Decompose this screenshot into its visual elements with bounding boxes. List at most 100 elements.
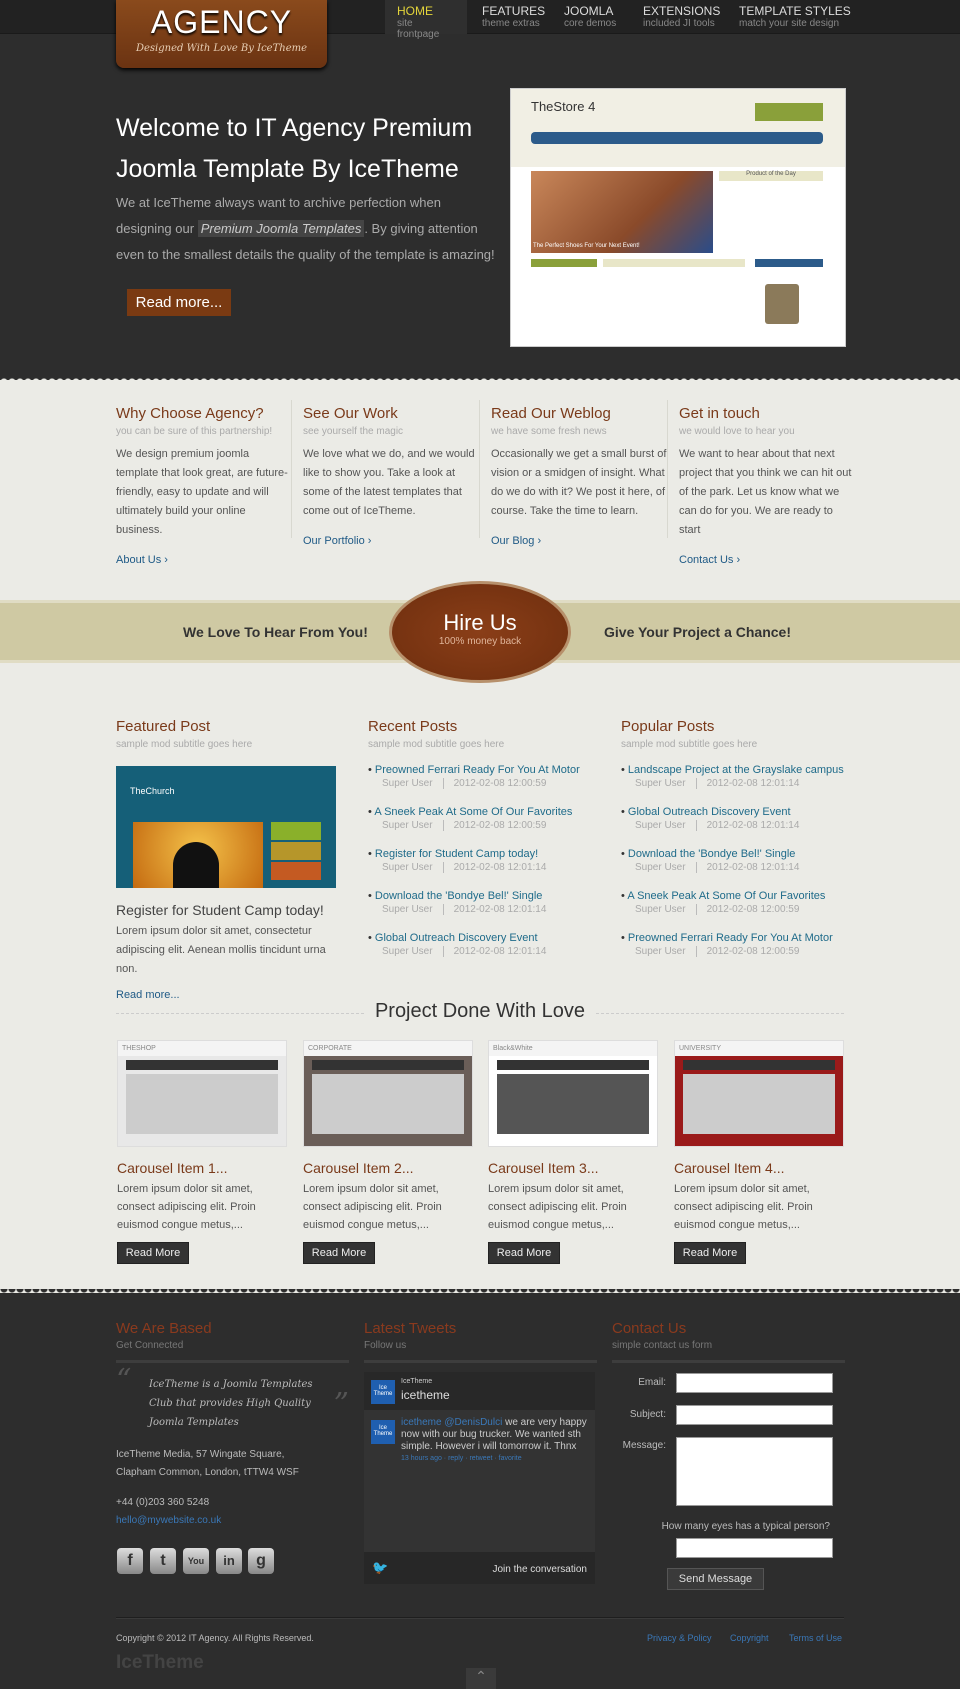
tweet-name-small: IceTheme — [401, 1378, 433, 1385]
copyright-link[interactable]: Copyright — [730, 1633, 769, 1643]
post-item: Register for Student Camp today! Super Us… — [368, 848, 598, 873]
logo[interactable]: AGENCY Designed With Love By IceTheme — [116, 0, 327, 68]
post-meta: Super User 2012-02-08 12:01:14 — [368, 862, 598, 873]
post-date: 2012-02-08 12:00:59 — [442, 820, 547, 831]
project-read-more-button[interactable]: Read More — [488, 1242, 560, 1264]
post-link[interactable]: A Sneek Peak At Some Of Our Favorites — [621, 890, 861, 902]
zigzag-divider — [0, 374, 960, 382]
post-date: 2012-02-08 12:00:59 — [695, 904, 800, 915]
post-date: 2012-02-08 12:01:14 — [442, 904, 547, 915]
feature-text: We love what we do, and we would like to… — [303, 448, 475, 517]
tweet-name[interactable]: icetheme — [401, 1388, 450, 1402]
blog-link[interactable]: Our Blog › — [491, 535, 669, 547]
post-item: Download the 'Bondye Bel!' Single Super U… — [368, 890, 598, 915]
feature-text: We design premium joomla template that l… — [116, 448, 288, 536]
nav-home[interactable]: HOME site frontpage — [385, 0, 467, 40]
subject-label: Subject: — [629, 1409, 666, 1420]
google-icon[interactable]: g — [248, 1548, 274, 1574]
address-line: Clapham Common, London, tTTW4 WSF — [116, 1467, 299, 1478]
read-more-button[interactable]: Read more... — [127, 289, 231, 316]
post-link[interactable]: Global Outreach Discovery Event — [368, 932, 598, 944]
feature-subtitle: we would love to hear you — [679, 426, 795, 437]
project-read-more-button[interactable]: Read More — [303, 1242, 375, 1264]
privacy-link[interactable]: Privacy & Policy — [647, 1633, 712, 1643]
email-link[interactable]: hello@mywebsite.co.uk — [116, 1512, 349, 1530]
feature-work: See Our Work see yourself the magic We lov… — [303, 405, 481, 547]
project-thumbnail[interactable]: THESHOP — [117, 1040, 287, 1147]
project-read-more-button[interactable]: Read More — [117, 1242, 189, 1264]
post-date: 2012-02-08 12:00:59 — [695, 946, 800, 957]
shot-title: TheChurch — [130, 786, 175, 796]
footer-contact: Contact Us simple contact us form — [612, 1320, 845, 1363]
tweet-user[interactable]: icetheme @DenisDulci — [401, 1417, 502, 1428]
projects-heading: Project Done With Love — [116, 1000, 844, 1025]
post-link[interactable]: Preowned Ferrari Ready For You At Motor — [621, 932, 861, 944]
featured-post-title[interactable]: Register for Student Camp today! — [116, 902, 336, 918]
feature-title: Get in touch — [679, 405, 760, 422]
nav-template-styles[interactable]: TEMPLATE STYLES match your site design — [727, 0, 863, 34]
twitter-icon[interactable]: t — [150, 1548, 176, 1574]
hire-left-text: We Love To Hear From You! — [183, 624, 368, 640]
shot-bag — [765, 284, 799, 324]
nav-label: HOME — [397, 4, 433, 18]
hire-subtitle: 100% money back — [438, 636, 522, 647]
youtube-icon[interactable]: You — [183, 1548, 209, 1574]
post-link[interactable]: Download the 'Bondye Bel!' Single — [621, 848, 861, 860]
post-link[interactable]: A Sneek Peak At Some Of Our Favorites — [368, 806, 598, 818]
post-author: Super User — [635, 820, 686, 831]
post-meta: Super User 2012-02-08 12:00:59 — [368, 820, 598, 831]
join-conversation-link[interactable]: Join the conversation — [492, 1564, 587, 1575]
hero-title: Welcome to IT Agency Premium Joomla Temp… — [116, 114, 473, 183]
post-link[interactable]: Global Outreach Discovery Event — [621, 806, 861, 818]
feature-touch: Get in touch we would love to hear you We … — [679, 405, 857, 566]
post-item: Preowned Ferrari Ready For You At Motor S… — [621, 932, 861, 957]
nav-extensions[interactable]: EXTENSIONS included JI tools — [631, 0, 732, 34]
tweet-meta[interactable]: 13 hours ago · reply · retweet · favorit… — [401, 1453, 589, 1465]
project-read-more-button[interactable]: Read More — [674, 1242, 746, 1264]
projects-title: Project Done With Love — [364, 1000, 596, 1022]
subject-field[interactable] — [676, 1405, 833, 1425]
shot-title: Black&White — [489, 1041, 657, 1056]
project-title[interactable]: Carousel Item 3... — [488, 1160, 599, 1176]
twitter-widget: Ice Theme IceTheme icetheme Ice Theme ic… — [364, 1372, 595, 1584]
facebook-icon[interactable]: f — [117, 1548, 143, 1574]
shot-rec — [603, 259, 745, 267]
post-author: Super User — [382, 820, 433, 831]
project-thumbnail[interactable]: Black&White — [488, 1040, 658, 1147]
project-text: Lorem ipsum dolor sit amet, consect adip… — [488, 1183, 627, 1231]
address-line: IceTheme Media, 57 Wingate Square, — [116, 1449, 285, 1460]
project-thumbnail[interactable]: UNIVERSITY — [674, 1040, 844, 1147]
about-us-link[interactable]: About Us › — [116, 554, 294, 566]
email-field[interactable] — [676, 1373, 833, 1393]
icetheme-logo[interactable]: IceTheme — [116, 1652, 204, 1674]
send-message-button[interactable]: Send Message — [667, 1568, 764, 1590]
feature-text: We want to hear about that next project … — [679, 448, 852, 536]
captcha-field[interactable] — [676, 1538, 833, 1558]
message-field[interactable] — [676, 1437, 833, 1506]
linkedin-icon[interactable]: in — [216, 1548, 242, 1574]
nav-features[interactable]: FEATURES theme extras — [470, 0, 557, 34]
terms-link[interactable]: Terms of Use — [789, 1633, 842, 1643]
portfolio-link[interactable]: Our Portfolio › — [303, 535, 481, 547]
contact-us-link[interactable]: Contact Us › — [679, 554, 857, 566]
tweets-title: Latest Tweets — [364, 1320, 457, 1337]
post-link[interactable]: Register for Student Camp today! — [368, 848, 598, 860]
divider — [364, 1360, 597, 1363]
post-link[interactable]: Landscape Project at the Grayslake campu… — [621, 764, 861, 776]
project-title[interactable]: Carousel Item 2... — [303, 1160, 414, 1176]
hire-us-button[interactable]: Hire Us 100% money back — [389, 581, 571, 683]
project-title[interactable]: Carousel Item 4... — [674, 1160, 785, 1176]
quote: “ IceTheme is a Joomla Templates Club tha… — [116, 1366, 349, 1432]
post-link[interactable]: Preowned Ferrari Ready For You At Motor — [368, 764, 598, 776]
nav-joomla[interactable]: JOOMLA core demos — [552, 0, 628, 34]
post-link[interactable]: Download the 'Bondye Bel!' Single — [368, 890, 598, 902]
shot-title: CORPORATE — [304, 1041, 472, 1056]
feature-subtitle: we have some fresh news — [491, 426, 607, 437]
back-to-top-icon[interactable]: ⌃ — [466, 1668, 496, 1689]
shot-cart — [755, 103, 823, 121]
twitter-bird-icon[interactable]: 🐦 — [372, 1560, 388, 1576]
featured-image[interactable]: TheChurch — [116, 766, 336, 888]
project-title[interactable]: Carousel Item 1... — [117, 1160, 228, 1176]
project-thumbnail[interactable]: CORPORATE — [303, 1040, 473, 1147]
phone: +44 (0)203 360 5248 — [116, 1497, 210, 1508]
